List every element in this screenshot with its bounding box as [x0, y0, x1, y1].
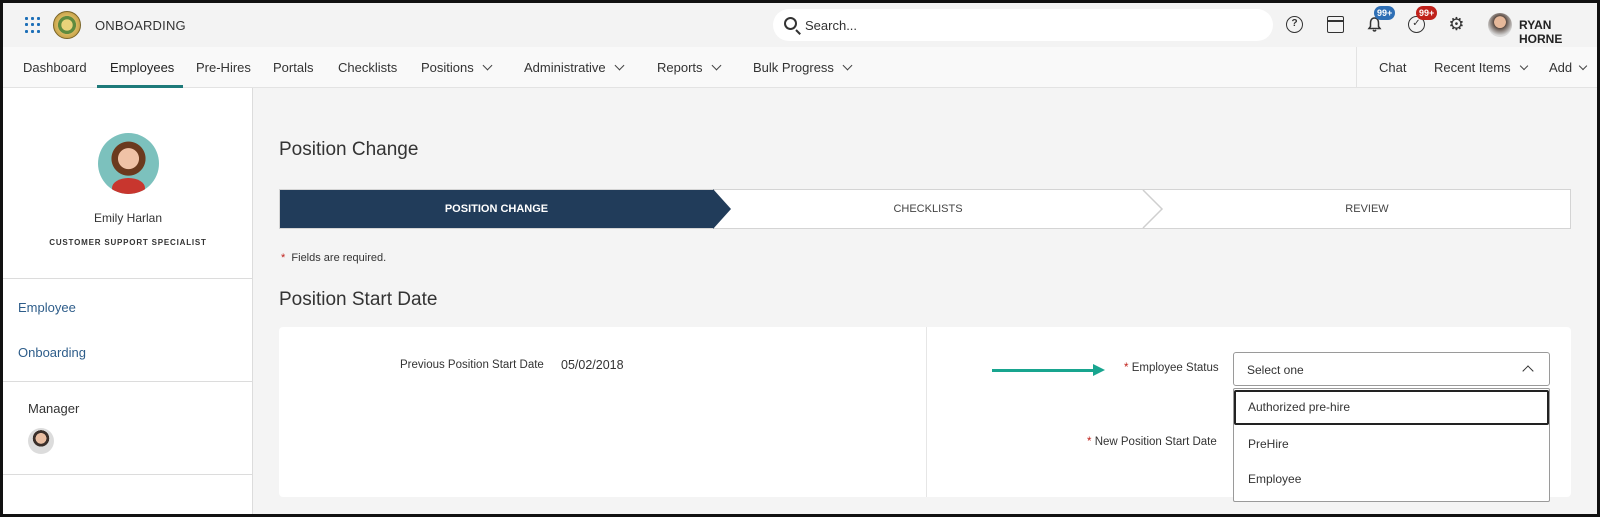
required-text: Fields are required.	[291, 252, 387, 264]
chevron-down-icon	[711, 60, 721, 71]
nav-add[interactable]: Add	[1549, 60, 1588, 75]
page-title: Position Change	[279, 139, 419, 160]
previous-start-label: Previous Position Start Date	[400, 359, 544, 371]
required-star: *	[281, 252, 286, 264]
card-divider	[926, 327, 927, 497]
step-position-change[interactable]: POSITION CHANGE	[280, 190, 713, 228]
nav-portals[interactable]: Portals	[273, 60, 313, 75]
chevron-down-icon	[482, 60, 493, 71]
required-note: * Fields are required.	[281, 252, 386, 264]
nav-employees[interactable]: Employees	[110, 60, 174, 75]
employee-name: Emily Harlan	[93, 211, 162, 225]
nav-reports[interactable]: Reports	[657, 60, 721, 75]
app-title[interactable]: ONBOARDING	[95, 18, 186, 33]
help-icon[interactable]: ?	[1286, 16, 1303, 33]
employee-avatar	[98, 133, 159, 194]
nav-label: Portals	[273, 60, 314, 75]
arrow-right-icon	[992, 369, 1096, 372]
notifications-badge: 99+	[1374, 6, 1396, 20]
select-value: Select one	[1247, 363, 1304, 377]
step-review[interactable]: REVIEW	[1164, 190, 1570, 228]
employee-status-select[interactable]: Select one	[1233, 352, 1550, 386]
tasks-badge: 99+	[1416, 6, 1438, 20]
sidebar-link-onboarding[interactable]: Onboarding	[18, 345, 86, 360]
employee-sidebar: Emily Harlan CUSTOMER SUPPORT SPECIALIST…	[3, 88, 253, 514]
nav-divider	[1356, 47, 1357, 87]
search-input[interactable]	[805, 15, 1245, 35]
chevron-down-icon	[1578, 61, 1588, 71]
nav-label: Chat	[1379, 60, 1407, 75]
required-star: *	[1124, 362, 1129, 374]
nav-administrative[interactable]: Administrative	[524, 60, 625, 75]
manager-label: Manager	[28, 401, 80, 416]
chevron-down-icon	[1519, 61, 1528, 71]
previous-start-value: 05/02/2018	[561, 358, 624, 372]
progress-stepper: POSITION CHANGE CHECKLISTS REVIEW	[279, 189, 1571, 229]
chevron-up-icon	[1522, 365, 1534, 377]
org-logo[interactable]	[53, 11, 81, 39]
top-bar: ONBOARDING ? 99+ ✓ 99+ ⚙ RYAN HORNE	[3, 3, 1597, 47]
chevron-down-icon	[614, 60, 625, 71]
main-nav: Dashboard Employees Pre-Hires Portals Ch…	[3, 47, 1597, 88]
section-title: Position Start Date	[279, 289, 438, 310]
employee-title: CUSTOMER SUPPORT SPECIALIST	[49, 238, 207, 247]
step-checklists[interactable]: CHECKLISTS	[731, 190, 1125, 228]
new-start-text: New Position Start Date	[1094, 436, 1217, 448]
chevron-down-icon	[842, 60, 853, 71]
app-window: ONBOARDING ? 99+ ✓ 99+ ⚙ RYAN HORNE Dash…	[0, 0, 1600, 517]
arrow-head	[1093, 364, 1105, 376]
nav-label: Bulk Progress	[753, 60, 834, 75]
nav-bulk-progress[interactable]: Bulk Progress	[753, 60, 853, 75]
step-arrow	[713, 189, 731, 229]
nav-label: Add	[1549, 60, 1573, 75]
nav-checklists[interactable]: Checklists	[338, 60, 397, 75]
gear-icon[interactable]: ⚙	[1448, 15, 1465, 33]
divider	[3, 381, 253, 382]
nav-label: Reports	[657, 60, 703, 75]
apps-grid-icon[interactable]	[25, 17, 41, 33]
nav-label: Employees	[110, 60, 175, 75]
nav-dashboard[interactable]: Dashboard	[23, 60, 87, 75]
nav-label: Dashboard	[23, 60, 87, 75]
nav-label: Checklists	[338, 60, 398, 75]
nav-positions[interactable]: Positions	[421, 60, 493, 75]
search-bar[interactable]	[773, 9, 1273, 41]
nav-chat[interactable]: Chat	[1379, 60, 1406, 75]
user-name[interactable]: RYAN HORNE	[1519, 18, 1597, 46]
calendar-icon[interactable]	[1327, 16, 1344, 33]
employee-status-label: * Employee Status	[1124, 362, 1219, 374]
new-start-label: * New Position Start Date	[1087, 436, 1217, 448]
nav-pre-hires[interactable]: Pre-Hires	[196, 60, 251, 75]
nav-label: Administrative	[524, 60, 606, 75]
divider	[3, 278, 253, 279]
option-authorized-pre-hire[interactable]: Authorized pre-hire	[1234, 390, 1549, 425]
nav-label: Recent Items	[1434, 60, 1511, 75]
employee-status-text: Employee Status	[1131, 362, 1219, 374]
nav-label: Pre-Hires	[196, 60, 251, 75]
option-employee[interactable]: Employee	[1234, 462, 1549, 497]
nav-recent-items[interactable]: Recent Items	[1434, 60, 1528, 75]
step-separator	[1142, 190, 1164, 228]
nav-label: Positions	[421, 60, 474, 75]
required-star: *	[1087, 436, 1092, 448]
user-avatar[interactable]	[1488, 13, 1512, 37]
search-icon	[784, 17, 797, 30]
divider	[3, 474, 253, 475]
manager-avatar[interactable]	[28, 428, 54, 454]
option-prehire[interactable]: PreHire	[1234, 427, 1549, 462]
sidebar-link-employee[interactable]: Employee	[18, 300, 76, 315]
employee-status-dropdown: Authorized pre-hire PreHire Employee	[1233, 388, 1550, 502]
